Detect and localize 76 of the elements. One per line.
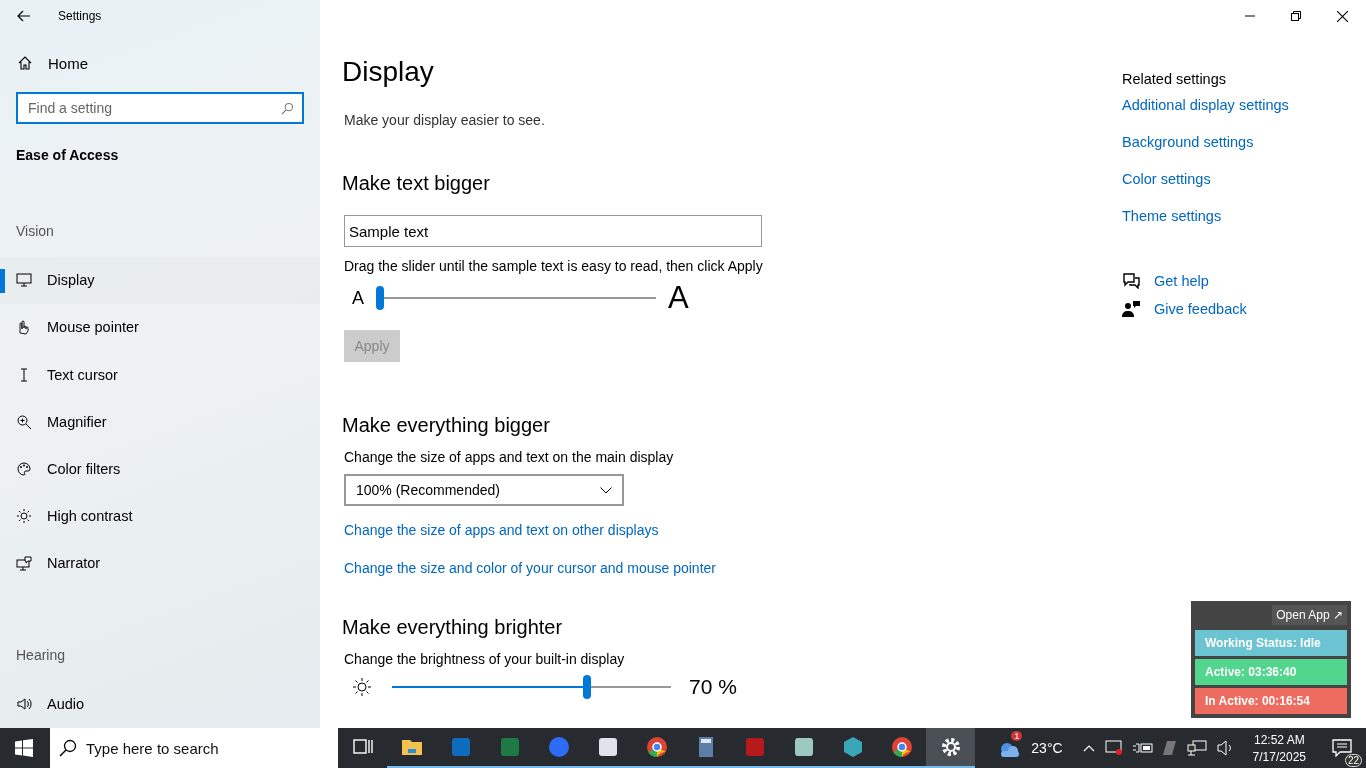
notifications-icon[interactable] <box>1332 739 1352 757</box>
nav-item[interactable]: Narrator <box>0 539 320 587</box>
page-subtitle: Make your display easier to see. <box>344 112 545 128</box>
app-icon <box>546 735 571 759</box>
nav-item[interactable]: Magnifier <box>0 398 320 446</box>
nav-item[interactable]: Mouse pointer <box>0 303 320 351</box>
browser-icon <box>644 735 669 759</box>
section-heading: Make everything bigger <box>342 414 550 437</box>
search-field[interactable]: Find a setting <box>16 91 304 124</box>
search-icon <box>281 101 294 115</box>
plug-battery-icon[interactable] <box>1132 742 1153 754</box>
group-heading: Hearing <box>15 645 67 665</box>
speaker-icon <box>16 696 32 713</box>
chevron-up-icon[interactable] <box>1082 744 1095 752</box>
person-feedback-icon <box>1122 301 1140 317</box>
chat-help-icon <box>1122 273 1140 289</box>
open-app-button[interactable]: Open App ↗ <box>1272 605 1347 625</box>
field-label: Change the size of apps and text on the main display <box>344 449 674 465</box>
text-size-slider-thumb[interactable] <box>376 286 384 310</box>
windows-start-icon[interactable] <box>15 739 33 757</box>
clock[interactable]: 12:52 AM 7/17/2025 <box>1252 732 1306 764</box>
selection-indicator <box>0 268 5 293</box>
related-heading: Related settings <box>1122 71 1226 87</box>
field-label: Change the brightness of your built-in display <box>344 651 625 667</box>
nav-item[interactable]: Text cursor <box>0 351 320 399</box>
taskbar-app[interactable] <box>926 728 975 768</box>
window-title: Settings <box>58 8 102 23</box>
network-icon[interactable] <box>1186 740 1207 756</box>
help-link[interactable]: Give feedback <box>1154 301 1247 317</box>
magnifier-icon <box>16 413 32 430</box>
monitor-icon <box>16 272 32 289</box>
nav-item[interactable]: Audio <box>0 680 320 729</box>
related-link[interactable]: Color settings <box>1122 171 1211 187</box>
narrator-icon <box>16 555 32 572</box>
group-heading: Vision <box>15 221 55 241</box>
section-title: Ease of Access <box>15 145 120 163</box>
brightness-reading: 70 % <box>689 675 737 699</box>
scale-dropdown[interactable]: 100% (Recommended) <box>344 474 624 506</box>
home-link[interactable]: Home <box>0 40 105 86</box>
settings-link[interactable]: Change the size of apps and text on other displays <box>344 522 659 538</box>
back-arrow-icon[interactable] <box>17 9 31 22</box>
related-link[interactable]: Additional display settings <box>1122 97 1289 113</box>
clock-date: 7/17/2025 <box>1252 749 1306 764</box>
status-bar: Active: 03:36:40 <box>1195 659 1347 685</box>
palette-icon <box>16 460 32 477</box>
settings-link[interactable]: Change the size and color of your cursor and mouse pointer <box>344 560 716 576</box>
temperature[interactable]: 23°C <box>1031 740 1063 756</box>
nav-item[interactable]: Color filters <box>0 445 320 493</box>
notification-count: 22 <box>1344 754 1362 767</box>
status-bar: In Active: 00:16:54 <box>1195 688 1347 714</box>
help-link[interactable]: Get help <box>1154 273 1209 289</box>
restore-icon[interactable] <box>1291 11 1301 21</box>
browser-icon <box>889 735 914 759</box>
nav-item[interactable]: Display <box>0 256 320 304</box>
related-link[interactable]: Theme settings <box>1122 208 1222 224</box>
sample-text-field[interactable]: Sample text <box>344 215 762 247</box>
weather-badge: 1 <box>1011 731 1023 741</box>
related-link[interactable]: Background settings <box>1122 134 1254 150</box>
page-title: Display <box>342 56 434 88</box>
sun-icon <box>352 677 372 697</box>
section-heading: Make text bigger <box>342 172 490 195</box>
large-a-label: A <box>668 280 689 316</box>
small-a-label: A <box>352 287 364 309</box>
nav-item[interactable]: High contrast <box>0 492 320 540</box>
clock-time: 12:52 AM <box>1253 732 1305 747</box>
status-bar: Working Status: Idle <box>1195 630 1347 656</box>
monitor-alert-icon[interactable] <box>1104 740 1123 756</box>
sun-icon <box>16 508 32 525</box>
home-icon <box>17 55 33 72</box>
slider-hint: Drag the slider until the sample text is easy to read, then click Apply <box>344 258 763 274</box>
section-heading: Make everything brighter <box>342 616 563 639</box>
hand-pointer-icon <box>16 319 32 336</box>
close-icon[interactable] <box>1337 10 1348 22</box>
taskbar-search-field[interactable]: Type here to search <box>50 728 338 768</box>
brightness-slider-thumb[interactable] <box>583 675 592 699</box>
chevron-down-icon <box>600 486 612 494</box>
